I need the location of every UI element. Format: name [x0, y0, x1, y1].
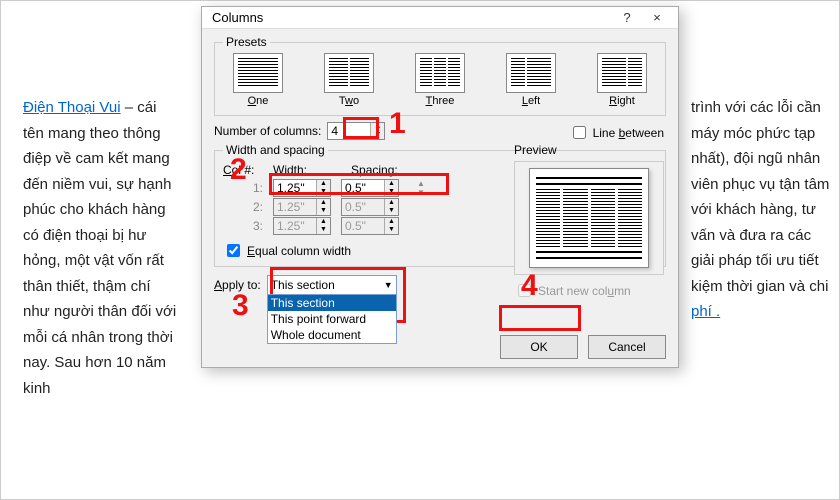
apply-to-combo[interactable]: This section ▼	[267, 275, 397, 295]
width-2-spinner: ▲▼	[273, 198, 331, 216]
preset-one[interactable]: One	[223, 53, 293, 107]
cancel-button[interactable]: Cancel	[588, 335, 666, 359]
width-1-spinner[interactable]: ▲▼	[273, 179, 331, 197]
doc-link[interactable]: Điện Thoại Vui	[23, 99, 121, 116]
start-new-column-label: Start new column	[538, 284, 631, 298]
number-of-columns-label: Number of columns:	[214, 124, 321, 138]
equal-width-checkbox[interactable]	[227, 244, 240, 257]
doc-link-2[interactable]: phí .	[691, 303, 720, 320]
preset-right-icon	[597, 53, 647, 93]
line-between-label: Line between	[593, 126, 664, 140]
titlebar[interactable]: Columns ? ×	[202, 7, 678, 29]
preset-two[interactable]: Two	[314, 53, 384, 107]
annotation-number-1: 1	[389, 107, 406, 141]
chevron-down-icon: ▼	[384, 280, 393, 290]
close-button[interactable]: ×	[642, 10, 672, 25]
number-of-columns-input[interactable]	[328, 123, 370, 139]
width-3-spinner: ▲▼	[273, 217, 331, 235]
ok-button[interactable]: OK	[500, 335, 578, 359]
apply-option-this-point-forward[interactable]: This point forward	[268, 311, 396, 327]
annotation-number-2: 2	[230, 153, 247, 187]
preset-left[interactable]: Left	[496, 53, 566, 107]
spacing-1-spinner[interactable]: ▲▼	[341, 179, 399, 197]
presets-group: Presets One Two Three Left	[214, 35, 666, 116]
spin-up-icon[interactable]: ▲	[371, 123, 384, 131]
preset-right[interactable]: Right	[587, 53, 657, 107]
presets-legend: Presets	[223, 35, 270, 49]
apply-option-this-section[interactable]: This section	[268, 295, 396, 311]
annotation-number-4: 4	[521, 269, 538, 303]
preview-box	[514, 161, 664, 275]
spin-down-icon[interactable]: ▼	[371, 131, 384, 139]
columns-dialog: Columns ? × Presets One Two Three	[201, 6, 679, 368]
help-button[interactable]: ?	[612, 10, 642, 25]
header-width: Width:	[273, 163, 341, 177]
preview-page-icon	[529, 168, 649, 268]
preset-left-icon	[506, 53, 556, 93]
preset-three[interactable]: Three	[405, 53, 475, 107]
annotation-number-3: 3	[232, 289, 249, 323]
preview-legend: Preview	[514, 143, 664, 157]
preset-three-icon	[415, 53, 465, 93]
apply-to-dropdown[interactable]: This section This point forward Whole do…	[267, 294, 397, 344]
line-between-checkbox[interactable]	[573, 126, 586, 139]
doc-column-1: Điện Thoại Vui – cái tên mang theo thông…	[23, 95, 178, 401]
header-spacing: Spacing:	[351, 163, 419, 177]
line-between-row: Line between	[569, 123, 664, 142]
preset-two-icon	[324, 53, 374, 93]
doc-column-4: trình với các lỗi cần máy móc phức tạp n…	[691, 95, 831, 325]
apply-option-whole-document[interactable]: Whole document	[268, 327, 396, 343]
spacing-3-spinner: ▲▼	[341, 217, 399, 235]
number-of-columns-spinner[interactable]: ▲▼	[327, 122, 385, 140]
dialog-title: Columns	[212, 10, 612, 25]
equal-width-label: Equal column width	[247, 244, 351, 258]
preset-one-icon	[233, 53, 283, 93]
spacing-2-spinner: ▲▼	[341, 198, 399, 216]
